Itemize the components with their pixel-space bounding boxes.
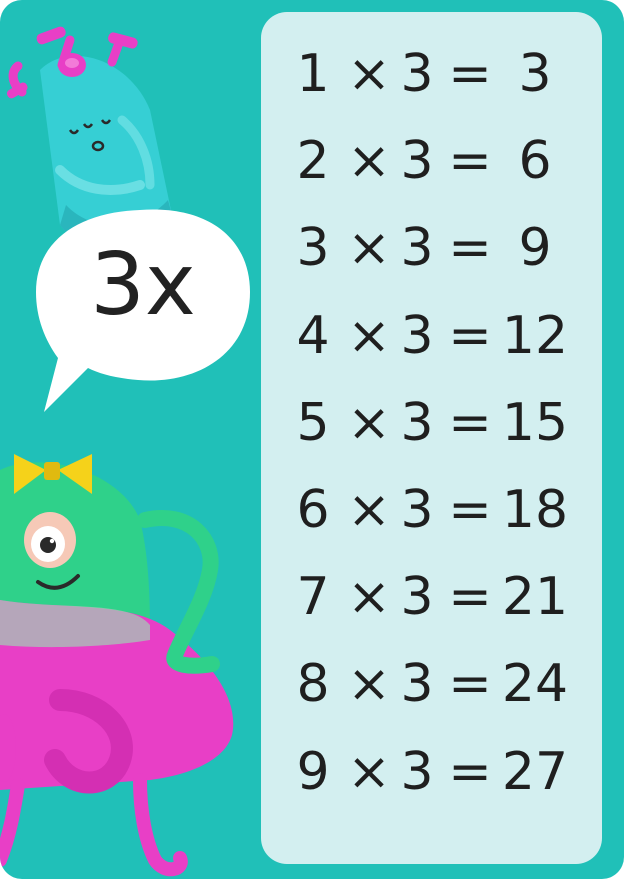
equals-sign: = xyxy=(448,44,492,104)
multiplier: 3 xyxy=(400,218,434,279)
times-sign: × xyxy=(347,741,391,802)
multiplicand: 3 xyxy=(296,218,330,279)
table-row: 5 × 3 = 15 xyxy=(261,391,602,478)
multiplicand: 1 xyxy=(296,44,330,104)
table-row: 7 × 3 = 21 xyxy=(261,565,602,652)
multiplier: 3 xyxy=(400,479,434,540)
times-table-rows: 1 × 3 = 3 2 × 3 = 6 3 × 3 = 9 4 × 3 = 12 5 × 3 = 15 6 × 3 = 18 7… xyxy=(261,42,602,827)
times-sign: × xyxy=(347,131,391,192)
product: 12 xyxy=(501,305,569,366)
times-sign: × xyxy=(347,654,391,715)
times-table-panel: 1 × 3 = 3 2 × 3 = 6 3 × 3 = 9 4 × 3 = 12 5 × 3 = 15 6 × 3 = 18 7… xyxy=(261,12,602,864)
product: 18 xyxy=(501,479,569,540)
times-table-card: 3x 1 × 3 = 3 2 × 3 = 6 3 × 3 = 9 4 × 3 = 12 5 × 3 = 15 6 × 3 = 1… xyxy=(0,0,624,879)
equals-sign: = xyxy=(448,479,492,540)
equals-sign: = xyxy=(448,218,492,279)
times-sign: × xyxy=(347,392,391,453)
equals-sign: = xyxy=(448,654,492,715)
multiplicand: 9 xyxy=(296,741,330,802)
table-row: 8 × 3 = 24 xyxy=(261,652,602,739)
multiplicand: 6 xyxy=(296,479,330,540)
characters-illustration xyxy=(0,26,250,877)
product: 27 xyxy=(501,741,569,802)
equals-sign: = xyxy=(448,305,492,366)
table-row: 6 × 3 = 18 xyxy=(261,478,602,565)
equals-sign: = xyxy=(448,567,492,628)
table-row: 1 × 3 = 3 xyxy=(261,42,602,129)
table-row: 9 × 3 = 27 xyxy=(261,740,602,827)
green-character xyxy=(0,454,234,877)
multiplier: 3 xyxy=(400,567,434,628)
table-row: 2 × 3 = 6 xyxy=(261,129,602,216)
equals-sign: = xyxy=(448,741,492,802)
multiplier: 3 xyxy=(400,305,434,366)
times-sign: × xyxy=(347,218,391,279)
multiplier: 3 xyxy=(400,44,434,104)
table-row: 3 × 3 = 9 xyxy=(261,216,602,303)
times-sign: × xyxy=(347,44,391,104)
multiplicand: 5 xyxy=(296,392,330,453)
multiplier: 3 xyxy=(400,741,434,802)
equals-sign: = xyxy=(448,392,492,453)
product: 6 xyxy=(518,131,552,192)
times-sign: × xyxy=(347,305,391,366)
table-row: 4 × 3 = 12 xyxy=(261,304,602,391)
multiplicand: 4 xyxy=(296,305,330,366)
product: 21 xyxy=(501,567,569,628)
multiplicand: 7 xyxy=(296,567,330,628)
multiplier: 3 xyxy=(400,131,434,192)
times-sign: × xyxy=(347,567,391,628)
multiplier: 3 xyxy=(400,392,434,453)
multiplicand: 2 xyxy=(296,131,330,192)
product: 24 xyxy=(501,654,569,715)
product: 15 xyxy=(501,392,569,453)
multiplier: 3 xyxy=(400,654,434,715)
product: 9 xyxy=(518,218,552,279)
product: 3 xyxy=(518,44,552,104)
multiplicand: 8 xyxy=(296,654,330,715)
bubble-label: 3x xyxy=(90,235,196,335)
equals-sign: = xyxy=(448,131,492,192)
times-sign: × xyxy=(347,479,391,540)
